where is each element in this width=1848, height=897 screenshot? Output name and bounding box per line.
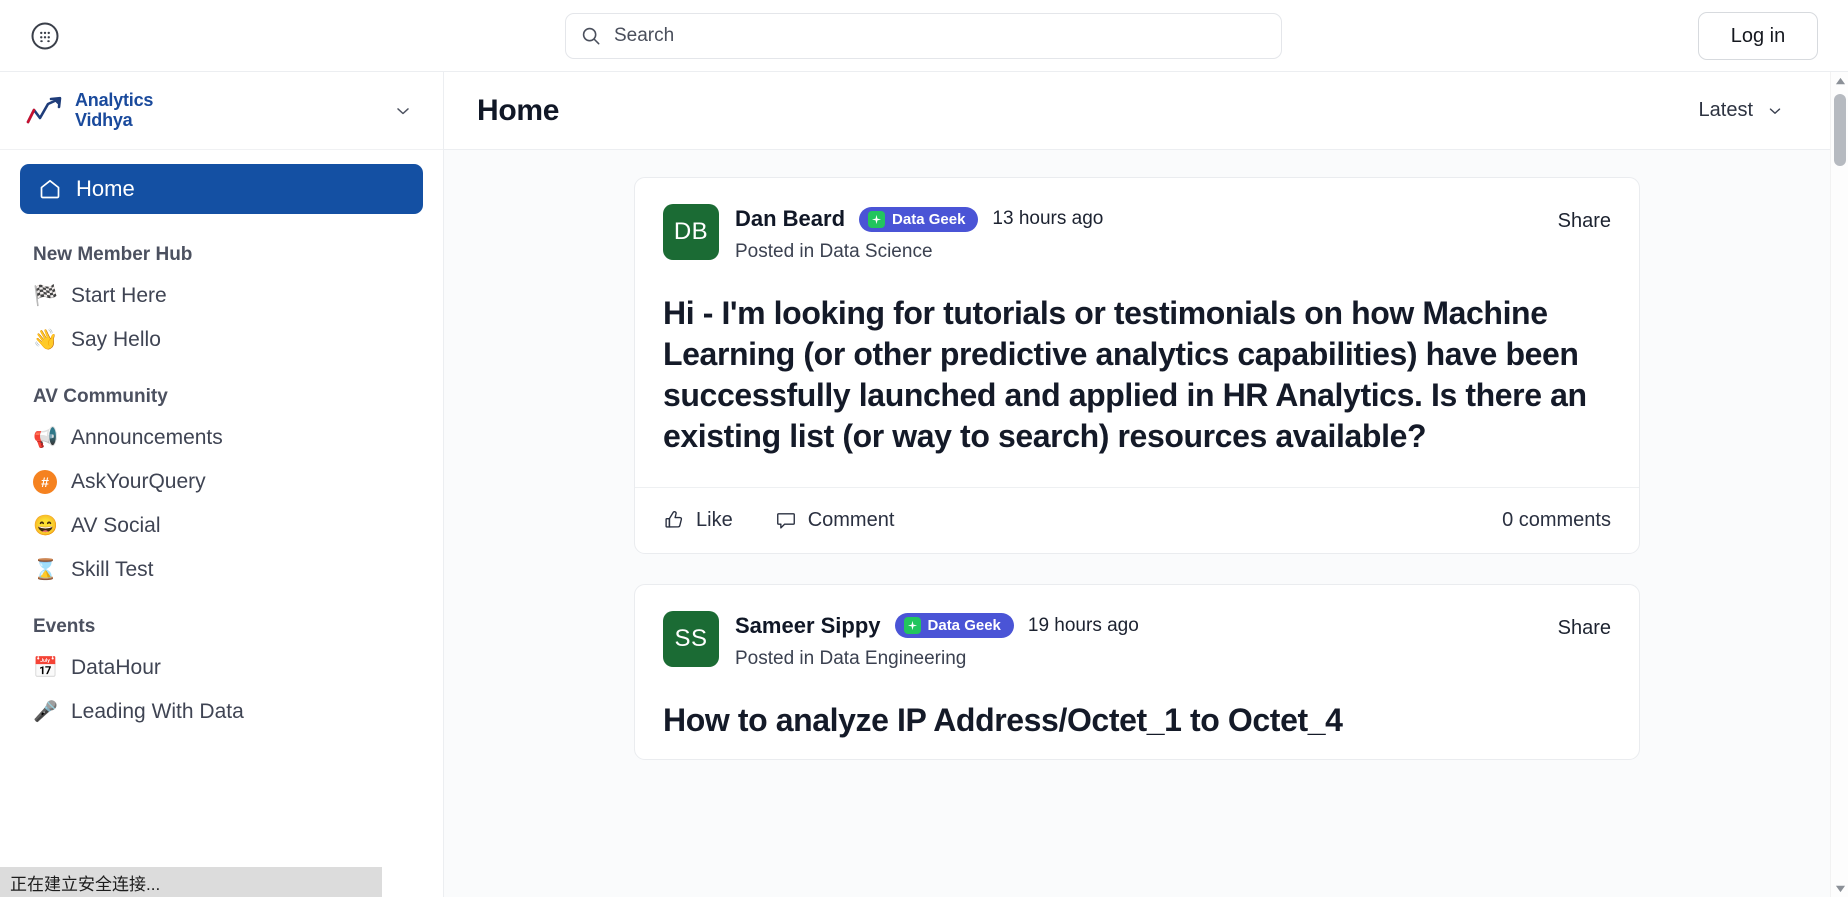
top-bar: Log in: [0, 0, 1848, 72]
post-header: SS Sameer Sippy Data Geek 19 hours ago P…: [635, 585, 1639, 670]
scrollbar-thumb[interactable]: [1834, 94, 1846, 166]
brand-row[interactable]: Analytics Vidhya: [0, 72, 443, 150]
like-button[interactable]: Like: [663, 509, 733, 532]
sidebar-item-leading-with-data-label: Leading With Data: [71, 700, 244, 723]
sidebar-item-say-hello-label: Say Hello: [71, 328, 161, 351]
search-icon: [580, 25, 602, 47]
apps-grid-circle-icon-svg: [31, 22, 59, 50]
sidebar-item-home-label: Home: [76, 176, 135, 201]
sidebar-item-start-here-label: Start Here: [71, 284, 167, 307]
main-content: Home Latest DB Dan Beard Data Geek 13 ho…: [444, 72, 1830, 897]
post-author-name[interactable]: Sameer Sippy: [735, 613, 881, 639]
post-header: DB Dan Beard Data Geek 13 hours ago Post…: [635, 178, 1639, 263]
sidebar-item-skill-test[interactable]: ⌛ Skill Test: [20, 548, 423, 592]
status-badge[interactable]: Data Geek: [894, 613, 1014, 639]
post-card[interactable]: SS Sameer Sippy Data Geek 19 hours ago P…: [634, 583, 1640, 760]
brand-name: Analytics Vidhya: [75, 90, 154, 130]
brand-name-line1: Analytics: [75, 90, 154, 111]
sidebar-item-askyourquery[interactable]: # AskYourQuery: [20, 460, 423, 504]
sidebar-item-start-here[interactable]: 🏁 Start Here: [20, 274, 423, 318]
brand-name-line2: Vidhya: [75, 109, 133, 130]
avatar[interactable]: DB: [663, 204, 719, 260]
sidebar-item-leading-with-data[interactable]: 🎤 Leading With Data: [20, 690, 423, 734]
post-title[interactable]: How to analyze IP Address/Octet_1 to Oct…: [635, 670, 1639, 759]
status-badge-label: Data Geek: [927, 617, 1001, 635]
browser-status-text: 正在建立安全连接...: [0, 867, 382, 897]
search-bar[interactable]: [565, 13, 1282, 59]
post-title[interactable]: Hi - I'm looking for tutorials or testim…: [635, 263, 1639, 457]
post-author-block: Sameer Sippy Data Geek 19 hours ago Post…: [735, 611, 1139, 670]
sort-dropdown-label: Latest: [1698, 99, 1753, 121]
apps-grid-circle-icon[interactable]: [28, 19, 62, 53]
post-author-row: Sameer Sippy Data Geek 19 hours ago: [735, 613, 1139, 639]
chevron-down-icon[interactable]: [393, 101, 413, 121]
smiling-face-icon: 😄: [33, 515, 58, 537]
home-icon: [38, 177, 62, 201]
avatar[interactable]: SS: [663, 610, 719, 667]
share-button[interactable]: Share: [1558, 617, 1611, 640]
main-header: Home Latest: [444, 72, 1830, 150]
status-badge[interactable]: Data Geek: [859, 206, 979, 232]
brand-logo[interactable]: Analytics Vidhya: [26, 90, 154, 130]
microphone-icon: 🎤: [33, 701, 58, 723]
page-title: Home: [477, 93, 560, 127]
post-author-block: Dan Beard Data Geek 13 hours ago Posted …: [735, 204, 1103, 263]
sidebar-item-announcements[interactable]: 📢 Announcements: [20, 416, 423, 460]
comment-button-label: Comment: [807, 508, 895, 531]
comment-button[interactable]: Comment: [775, 508, 895, 532]
post-category[interactable]: Posted in Data Engineering: [735, 648, 1139, 670]
share-button[interactable]: Share: [1558, 210, 1611, 233]
sort-dropdown[interactable]: Latest: [1699, 99, 1790, 122]
comment-count: 0 comments: [1502, 508, 1611, 531]
thumbs-up-icon: [663, 509, 685, 531]
post-card[interactable]: DB Dan Beard Data Geek 13 hours ago Post…: [634, 177, 1640, 554]
speech-bubble-icon: [775, 509, 797, 531]
sidebar-item-home[interactable]: Home: [20, 164, 423, 214]
scroll-up-arrow-icon[interactable]: [1831, 72, 1848, 90]
sidebar-group-title-new-member-hub: New Member Hub: [33, 244, 193, 265]
search-input[interactable]: [614, 25, 1267, 47]
sidebar-item-say-hello[interactable]: 👋 Say Hello: [20, 318, 423, 362]
sidebar-group-title-events: Events: [33, 616, 96, 637]
hourglass-icon: ⌛: [33, 559, 58, 581]
sidebar-nav: Home New Member Hub 🏁 Start Here 👋 Say H…: [0, 150, 443, 734]
sidebar: Analytics Vidhya Home New Member Hub 🏁 S…: [0, 72, 444, 897]
post-author-name[interactable]: Dan Beard: [735, 206, 845, 232]
sparkle-icon: [868, 210, 886, 228]
analytics-chart-arrow-icon: [26, 96, 62, 123]
post-author-row: Dan Beard Data Geek 13 hours ago: [735, 206, 1103, 232]
post-timestamp: 13 hours ago: [992, 208, 1104, 229]
post-actions: Like Comment 0 comments: [635, 486, 1639, 553]
vertical-scrollbar[interactable]: [1830, 72, 1848, 897]
loudspeaker-icon: 📢: [33, 427, 58, 449]
like-button-label: Like: [696, 508, 733, 531]
checkered-flag-icon: 🏁: [33, 285, 58, 307]
calendar-icon: 📅: [33, 657, 58, 679]
sidebar-item-datahour-label: DataHour: [71, 656, 161, 679]
hash-badge-icon: #: [33, 470, 57, 494]
sidebar-group-title-av-community: AV Community: [33, 386, 168, 407]
chevron-down-icon: [1766, 102, 1784, 120]
sidebar-item-av-social-label: AV Social: [71, 514, 161, 537]
sidebar-item-datahour[interactable]: 📅 DataHour: [20, 646, 423, 690]
login-button[interactable]: Log in: [1698, 12, 1818, 60]
sparkle-icon: [903, 617, 921, 635]
status-badge-label: Data Geek: [892, 210, 966, 228]
sidebar-item-announcements-label: Announcements: [71, 426, 223, 449]
post-timestamp: 19 hours ago: [1027, 614, 1139, 636]
post-feed: DB Dan Beard Data Geek 13 hours ago Post…: [444, 150, 1830, 897]
sidebar-item-askyourquery-label: AskYourQuery: [71, 470, 206, 493]
waving-hand-icon: 👋: [33, 329, 58, 351]
post-category[interactable]: Posted in Data Science: [735, 241, 1103, 263]
scroll-down-arrow-icon[interactable]: [1831, 879, 1848, 897]
sidebar-item-skill-test-label: Skill Test: [71, 558, 154, 581]
sidebar-item-av-social[interactable]: 😄 AV Social: [20, 504, 423, 548]
